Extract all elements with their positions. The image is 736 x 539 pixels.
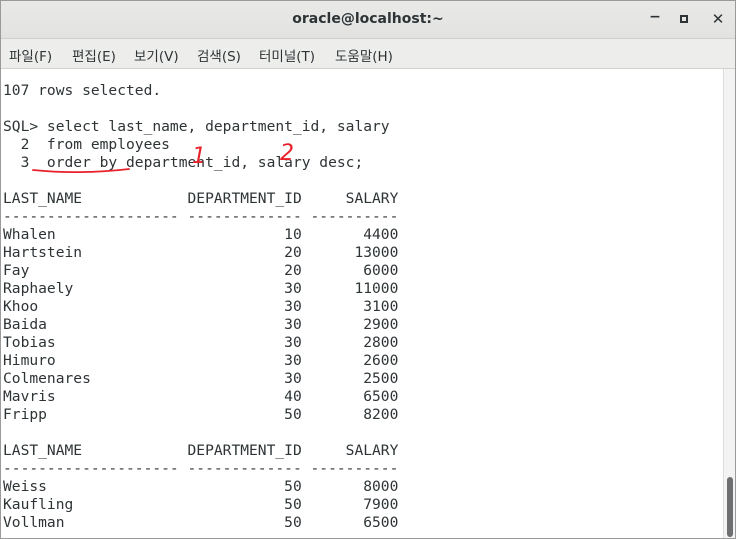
terminal-line: Fay 20 6000 (3, 262, 399, 279)
terminal-line: Weiss 50 8000 (3, 478, 399, 495)
terminal-line: Tobias 30 2800 (3, 334, 399, 351)
menu-edit[interactable]: 편집(E) (72, 45, 116, 65)
terminal-line: Hartstein 20 13000 (3, 244, 399, 261)
terminal-line: Mavris 40 6500 (3, 388, 399, 405)
menu-file[interactable]: 파일(F) (9, 45, 52, 65)
terminal-line: Kaufling 50 7900 (3, 496, 399, 513)
scrollbar-thumb[interactable] (727, 477, 733, 537)
terminal-line: 3 order by department_id, salary desc; (3, 154, 364, 171)
terminal-line: LAST_NAME DEPARTMENT_ID SALARY (3, 190, 399, 207)
terminal-line: LAST_NAME DEPARTMENT_ID SALARY (3, 442, 399, 459)
terminal-line: Fripp 50 8200 (3, 406, 399, 423)
terminal-line: Whalen 10 4400 (3, 226, 399, 243)
minimize-icon[interactable]: − (645, 7, 665, 27)
menu-terminal[interactable]: 터미널(T) (259, 45, 315, 65)
terminal-line: Raphaely 30 11000 (3, 280, 399, 297)
window-title: oracle@localhost:~ (292, 11, 444, 27)
terminal-line: 107 rows selected. (3, 82, 162, 99)
close-icon[interactable]: ✕ (708, 9, 728, 29)
menu-help[interactable]: 도움말(H) (335, 45, 393, 65)
maximize-icon[interactable] (674, 9, 694, 29)
terminal-line: Colmenares 30 2500 (3, 370, 399, 387)
menu-view[interactable]: 보기(V) (134, 45, 179, 65)
terminal-window: oracle@localhost:~ − ✕ 파일(F) 편집(E) 보기(V)… (0, 0, 736, 539)
terminal-line: -------------------- ------------- -----… (3, 208, 399, 225)
terminal-line: Himuro 30 2600 (3, 352, 399, 369)
terminal-line: SQL> select last_name, department_id, sa… (3, 118, 390, 135)
terminal-line: Vollman 50 6500 (3, 514, 399, 531)
vertical-scrollbar[interactable] (723, 69, 735, 538)
terminal-line: -------------------- ------------- -----… (3, 460, 399, 477)
terminal-line: 2 from employees (3, 136, 170, 153)
terminal-output[interactable]: 107 rows selected. SQL> select last_name… (1, 69, 723, 538)
title-bar[interactable]: oracle@localhost:~ − ✕ (1, 1, 735, 39)
terminal-line: Baida 30 2900 (3, 316, 399, 333)
terminal-line: Khoo 30 3100 (3, 298, 399, 315)
menu-search[interactable]: 검색(S) (197, 45, 241, 65)
menu-bar: 파일(F) 편집(E) 보기(V) 검색(S) 터미널(T) 도움말(H) (1, 39, 735, 69)
